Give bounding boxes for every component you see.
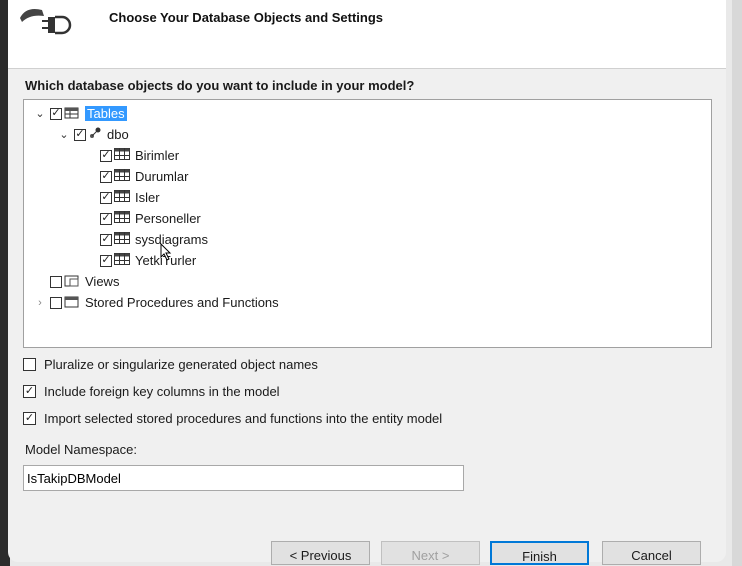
header-divider (8, 68, 726, 69)
tree-label-dbo[interactable]: dbo (107, 127, 129, 142)
database-objects-tree[interactable]: ⌄ ✓ Tables ⌄ ✓ dbo ✓ Birimler ✓ Durumlar (23, 99, 712, 348)
table-grid-icon (114, 253, 130, 268)
table-grid-icon (114, 148, 130, 163)
procedures-folder-icon (64, 294, 80, 311)
tables-folder-icon (64, 105, 80, 122)
tree-node-tables[interactable]: ⌄ ✓ Tables (34, 104, 127, 123)
foreign-keys-checkbox[interactable]: ✓ (23, 385, 36, 398)
chevron-down-icon[interactable]: ⌄ (34, 104, 46, 123)
import-procs-checkbox[interactable]: ✓ (23, 412, 36, 425)
table-grid-icon (114, 232, 130, 247)
tree-node-table[interactable]: ✓ Isler (100, 188, 160, 207)
tree-label-views[interactable]: Views (85, 274, 119, 289)
tree-node-procedures[interactable]: › Stored Procedures and Functions (34, 293, 279, 312)
table-grid-icon (114, 190, 130, 205)
views-checkbox[interactable] (50, 275, 62, 288)
import-procs-option[interactable]: ✓ Import selected stored procedures and … (23, 411, 442, 426)
schema-icon (88, 126, 102, 143)
table-checkbox[interactable]: ✓ (100, 149, 112, 162)
tree-node-table[interactable]: ✓ Birimler (100, 146, 179, 165)
chevron-right-icon[interactable]: › (34, 293, 46, 312)
tree-node-views[interactable]: Views (50, 272, 119, 291)
table-label[interactable]: Durumlar (135, 169, 188, 184)
dbo-checkbox[interactable]: ✓ (74, 128, 86, 141)
namespace-input[interactable] (23, 465, 464, 491)
tree-node-table[interactable]: ✓ Durumlar (100, 167, 188, 186)
tree-node-table[interactable]: ✓ YetkiTurler (100, 251, 196, 270)
foreign-keys-label[interactable]: Include foreign key columns in the model (44, 384, 280, 399)
table-checkbox[interactable]: ✓ (100, 233, 112, 246)
tree-label-procedures[interactable]: Stored Procedures and Functions (85, 295, 279, 310)
namespace-label: Model Namespace: (25, 442, 137, 457)
views-folder-icon (64, 273, 80, 290)
table-checkbox[interactable]: ✓ (100, 170, 112, 183)
wizard-dialog: Choose Your Database Objects and Setting… (8, 0, 726, 565)
page-title: Choose Your Database Objects and Setting… (109, 10, 384, 25)
pluralize-checkbox[interactable] (23, 358, 36, 371)
table-grid-icon (114, 169, 130, 184)
finish-button[interactable]: Finish (490, 541, 589, 565)
import-procs-label[interactable]: Import selected stored procedures and fu… (44, 411, 442, 426)
previous-button[interactable]: < Previous (271, 541, 370, 565)
background-right (732, 0, 742, 566)
database-connection-icon (18, 4, 80, 43)
table-checkbox[interactable]: ✓ (100, 254, 112, 267)
mouse-cursor-icon (160, 242, 172, 264)
tree-node-table[interactable]: ✓ Personeller (100, 209, 201, 228)
pluralize-option[interactable]: Pluralize or singularize generated objec… (23, 357, 318, 372)
tables-checkbox[interactable]: ✓ (50, 107, 62, 120)
objects-question: Which database objects do you want to in… (25, 78, 415, 93)
procedures-checkbox[interactable] (50, 296, 62, 309)
table-label[interactable]: Isler (135, 190, 160, 205)
table-label[interactable]: Birimler (135, 148, 179, 163)
table-grid-icon (114, 211, 130, 226)
tree-label-tables[interactable]: Tables (85, 106, 127, 121)
tree-node-table[interactable]: ✓ sysdiagrams (100, 230, 208, 249)
wizard-header: Choose Your Database Objects and Setting… (8, 0, 726, 68)
next-button[interactable]: Next > (381, 541, 480, 565)
pluralize-label[interactable]: Pluralize or singularize generated objec… (44, 357, 318, 372)
table-label[interactable]: Personeller (135, 211, 201, 226)
chevron-down-icon[interactable]: ⌄ (58, 125, 70, 144)
cancel-button[interactable]: Cancel (602, 541, 701, 565)
table-checkbox[interactable]: ✓ (100, 212, 112, 225)
foreign-keys-option[interactable]: ✓ Include foreign key columns in the mod… (23, 384, 280, 399)
tree-node-dbo[interactable]: ⌄ ✓ dbo (58, 125, 129, 144)
table-checkbox[interactable]: ✓ (100, 191, 112, 204)
